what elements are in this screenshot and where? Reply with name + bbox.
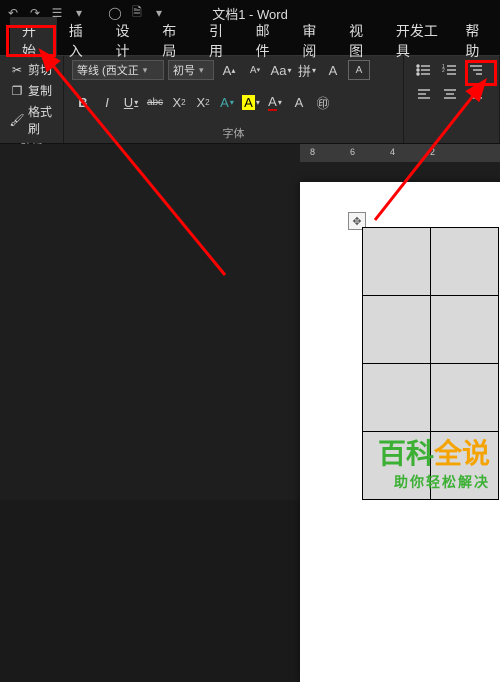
text-effects-button[interactable]: A▾ xyxy=(216,92,238,112)
table-cell[interactable] xyxy=(431,228,499,296)
ruler-scale[interactable]: 8 6 4 2 xyxy=(300,144,500,162)
numbering-icon: 12 xyxy=(442,63,458,77)
table-cell[interactable] xyxy=(363,228,431,296)
align-left-icon xyxy=(416,87,432,101)
copy-icon: ❐ xyxy=(10,84,24,98)
table-cell[interactable] xyxy=(363,296,431,364)
enclose-button[interactable]: ㊞ xyxy=(312,92,334,112)
ruler: 8 6 4 2 xyxy=(0,144,500,162)
paragraph-group-label xyxy=(412,139,495,141)
bullets-button[interactable] xyxy=(412,60,436,80)
scissors-icon: ✂ xyxy=(10,63,24,77)
char-border-button[interactable]: A xyxy=(348,60,370,80)
char-shading-button[interactable]: A xyxy=(288,92,310,112)
align-right-icon xyxy=(468,87,484,101)
strike-button[interactable]: abc xyxy=(144,92,166,112)
subscript-button[interactable]: X2 xyxy=(168,92,190,112)
font-family-value: 等线 (西文正 xyxy=(77,62,139,78)
format-painter-label: 格式刷 xyxy=(28,103,53,137)
ruler-tick: 4 xyxy=(390,147,395,157)
chevron-down-icon: ▾ xyxy=(143,65,148,76)
ruler-tick: 8 xyxy=(310,147,315,157)
phonetic-button[interactable]: 拼▾ xyxy=(296,60,318,80)
format-painter-button[interactable]: 🖌 格式刷 xyxy=(8,102,55,138)
multilevel-list-button[interactable] xyxy=(464,60,488,80)
group-clipboard: ✂ 剪切 ❐ 复制 🖌 格式刷 贴板 xyxy=(0,56,64,143)
align-center-button[interactable] xyxy=(438,84,462,104)
underline-button[interactable]: U▾ xyxy=(120,92,142,112)
watermark-text-2: 全说 xyxy=(434,438,490,469)
copy-button[interactable]: ❐ 复制 xyxy=(8,81,55,100)
ruler-tick: 2 xyxy=(430,147,435,157)
copy-label: 复制 xyxy=(28,82,52,99)
group-paragraph: 12 xyxy=(404,56,500,143)
grow-font-button[interactable]: A▴ xyxy=(218,60,240,80)
watermark-text-1: 百科 xyxy=(378,438,434,469)
font-family-select[interactable]: 等线 (西文正 ▾ xyxy=(72,60,164,80)
table-cell[interactable] xyxy=(363,364,431,432)
svg-text:2: 2 xyxy=(442,68,445,74)
bullets-icon xyxy=(416,63,432,77)
watermark: 百科全说 助你轻松解决 xyxy=(378,432,490,492)
multilevel-icon xyxy=(468,63,484,77)
superscript-button[interactable]: X2 xyxy=(192,92,214,112)
font-color-button[interactable]: A▾ xyxy=(264,92,286,112)
align-right-button[interactable] xyxy=(464,84,488,104)
ribbon: ✂ 剪切 ❐ 复制 🖌 格式刷 贴板 等线 (西文正 ▾ xyxy=(0,56,500,144)
cut-label: 剪切 xyxy=(28,61,52,78)
align-left-button[interactable] xyxy=(412,84,436,104)
font-size-value: 初号 xyxy=(173,62,195,78)
chevron-down-icon: ▾ xyxy=(199,65,204,76)
italic-button[interactable]: I xyxy=(96,92,118,112)
ruler-tick: 6 xyxy=(350,147,355,157)
cut-button[interactable]: ✂ 剪切 xyxy=(8,60,55,79)
change-case-button[interactable]: Aa▾ xyxy=(270,60,292,80)
brush-icon: 🖌 xyxy=(10,113,24,127)
table-cell[interactable] xyxy=(431,364,499,432)
numbering-button[interactable]: 12 xyxy=(438,60,462,80)
ribbon-tabs: 开始 插入 设计 布局 引用 邮件 审阅 视图 开发工具 帮助 xyxy=(0,26,500,56)
bold-button[interactable]: B xyxy=(72,92,94,112)
group-font: 等线 (西文正 ▾ 初号 ▾ A▴ A▾ Aa▾ 拼▾ A A B I U▾ abc… xyxy=(64,56,404,143)
highlight-button[interactable]: A▾ xyxy=(240,92,262,112)
shrink-font-button[interactable]: A▾ xyxy=(244,60,266,80)
font-group-label: 字体 xyxy=(72,123,395,141)
align-center-icon xyxy=(442,87,458,101)
table-cell[interactable] xyxy=(431,296,499,364)
font-size-select[interactable]: 初号 ▾ xyxy=(168,60,214,80)
clear-format-button[interactable]: A xyxy=(322,60,344,80)
watermark-subtext: 助你轻松解决 xyxy=(378,472,490,492)
